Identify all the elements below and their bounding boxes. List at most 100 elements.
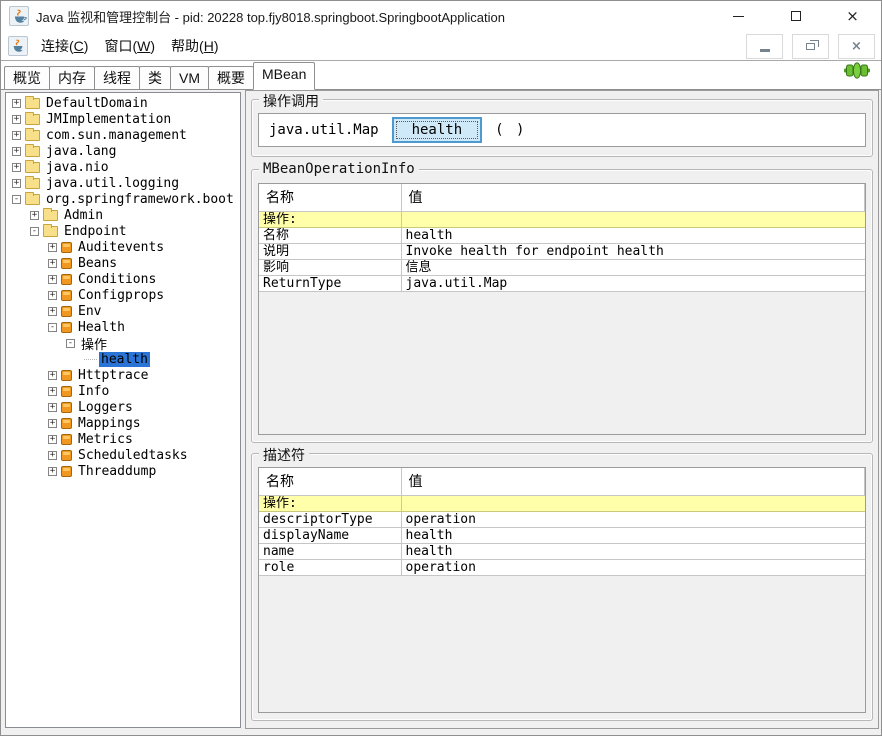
column-header[interactable]: 名称 [259, 184, 401, 211]
tree-item-Admin[interactable]: +Admin [6, 207, 240, 223]
row-value-cell[interactable] [401, 495, 865, 511]
collapse-icon[interactable]: - [30, 227, 39, 236]
column-header[interactable]: 名称 [259, 468, 401, 495]
expand-icon[interactable]: + [12, 99, 21, 108]
menu-item-W[interactable]: 窗口(W) [99, 34, 160, 58]
expand-icon[interactable]: + [30, 211, 39, 220]
row-name-cell[interactable]: 说明 [259, 243, 401, 259]
row-name-cell[interactable]: 影响 [259, 259, 401, 275]
expand-icon[interactable]: + [48, 307, 57, 316]
row-value-cell[interactable]: Invoke health for endpoint health [401, 243, 865, 259]
expand-icon[interactable]: + [12, 131, 21, 140]
expand-icon[interactable]: + [12, 115, 21, 124]
table-row[interactable]: 说明Invoke health for endpoint health [259, 243, 865, 259]
tree-item-Conditions[interactable]: +Conditions [6, 271, 240, 287]
tree-item-Auditevents[interactable]: +Auditevents [6, 239, 240, 255]
expand-icon[interactable]: + [48, 403, 57, 412]
table-row[interactable]: descriptorTypeoperation [259, 511, 865, 527]
row-value-cell[interactable]: 信息 [401, 259, 865, 275]
tab-MBean[interactable]: MBean [253, 62, 315, 90]
invoke-health-button[interactable]: health [392, 117, 483, 143]
frame-minimize-button[interactable] [746, 34, 783, 59]
row-value-cell[interactable]: health [401, 227, 865, 243]
expand-icon[interactable]: + [48, 259, 57, 268]
tree-item-Httptrace[interactable]: +Httptrace [6, 367, 240, 383]
tree-item-Endpoint[interactable]: -Endpoint [6, 223, 240, 239]
row-name-cell[interactable]: name [259, 543, 401, 559]
tree-item-java.lang[interactable]: +java.lang [6, 143, 240, 159]
tree-item-Env[interactable]: +Env [6, 303, 240, 319]
row-value-cell[interactable]: operation [401, 559, 865, 575]
expand-icon[interactable]: + [12, 147, 21, 156]
tab-VM[interactable]: VM [170, 66, 209, 90]
minimize-button[interactable] [710, 1, 767, 31]
tree-item-com.sun.management[interactable]: +com.sun.management [6, 127, 240, 143]
tree-item-org.springframework.boot[interactable]: -org.springframework.boot [6, 191, 240, 207]
tree-item-Scheduledtasks[interactable]: +Scheduledtasks [6, 447, 240, 463]
expand-icon[interactable]: + [48, 371, 57, 380]
row-value-cell[interactable]: health [401, 527, 865, 543]
row-value-cell[interactable] [401, 211, 865, 227]
tree-item-java.util.logging[interactable]: +java.util.logging [6, 175, 240, 191]
collapse-icon[interactable]: - [12, 195, 21, 204]
expand-icon[interactable]: + [48, 275, 57, 284]
row-name-cell[interactable]: 名称 [259, 227, 401, 243]
tree-item-Mappings[interactable]: +Mappings [6, 415, 240, 431]
row-name-cell[interactable]: displayName [259, 527, 401, 543]
table-row[interactable]: displayNamehealth [259, 527, 865, 543]
expand-icon[interactable]: + [48, 435, 57, 444]
close-button[interactable]: × [824, 1, 881, 31]
menu-item-C[interactable]: 连接(C) [36, 34, 93, 58]
row-value-cell[interactable]: operation [401, 511, 865, 527]
tree-item-DefaultDomain[interactable]: +DefaultDomain [6, 95, 240, 111]
collapse-icon[interactable]: - [66, 339, 75, 348]
tree-item-Info[interactable]: +Info [6, 383, 240, 399]
frame-restore-button[interactable] [792, 34, 829, 59]
expand-icon[interactable]: + [48, 467, 57, 476]
table-row[interactable]: 名称health [259, 227, 865, 243]
table-row[interactable]: 影响信息 [259, 259, 865, 275]
tree-item-Metrics[interactable]: +Metrics [6, 431, 240, 447]
tab-线程[interactable]: 线程 [94, 66, 140, 90]
tree-item-Beans[interactable]: +Beans [6, 255, 240, 271]
row-name-cell[interactable]: 操作: [259, 211, 401, 227]
row-value-cell[interactable]: health [401, 543, 865, 559]
expand-icon[interactable]: + [48, 387, 57, 396]
frame-close-button[interactable]: × [838, 34, 875, 59]
table-row[interactable]: 操作: [259, 495, 865, 511]
tab-类[interactable]: 类 [139, 66, 171, 90]
tree-item-Health[interactable]: -Health [6, 319, 240, 335]
tab-内存[interactable]: 内存 [49, 66, 95, 90]
tree-item-health[interactable]: health [6, 351, 240, 367]
tree-item-java.nio[interactable]: +java.nio [6, 159, 240, 175]
operation-info-scrollpane[interactable]: 名称值操作:名称health说明Invoke health for endpoi… [258, 183, 866, 435]
expand-icon[interactable]: + [12, 163, 21, 172]
expand-icon[interactable]: + [48, 419, 57, 428]
tree-item-JMImplementation[interactable]: +JMImplementation [6, 111, 240, 127]
row-name-cell[interactable]: ReturnType [259, 275, 401, 291]
expand-icon[interactable]: + [48, 451, 57, 460]
row-name-cell[interactable]: 操作: [259, 495, 401, 511]
tree-item-Configprops[interactable]: +Configprops [6, 287, 240, 303]
maximize-button[interactable] [767, 1, 824, 31]
descriptor-scrollpane[interactable]: 名称值操作:descriptorTypeoperationdisplayName… [258, 467, 866, 713]
tree-item-Threaddump[interactable]: +Threaddump [6, 463, 240, 479]
tree-item-操作[interactable]: -操作 [6, 335, 240, 351]
column-header[interactable]: 值 [401, 184, 865, 211]
expand-icon[interactable]: + [12, 179, 21, 188]
expand-icon[interactable]: + [48, 243, 57, 252]
table-row[interactable]: namehealth [259, 543, 865, 559]
table-row[interactable]: 操作: [259, 211, 865, 227]
expand-icon[interactable]: + [48, 291, 57, 300]
column-header[interactable]: 值 [401, 468, 865, 495]
table-row[interactable]: roleoperation [259, 559, 865, 575]
collapse-icon[interactable]: - [48, 323, 57, 332]
tab-概览[interactable]: 概览 [4, 66, 50, 90]
row-value-cell[interactable]: java.util.Map [401, 275, 865, 291]
menu-item-H[interactable]: 帮助(H) [166, 34, 223, 58]
row-name-cell[interactable]: descriptorType [259, 511, 401, 527]
table-row[interactable]: ReturnTypejava.util.Map [259, 275, 865, 291]
tab-概要[interactable]: 概要 [208, 66, 254, 90]
tree-item-Loggers[interactable]: +Loggers [6, 399, 240, 415]
row-name-cell[interactable]: role [259, 559, 401, 575]
